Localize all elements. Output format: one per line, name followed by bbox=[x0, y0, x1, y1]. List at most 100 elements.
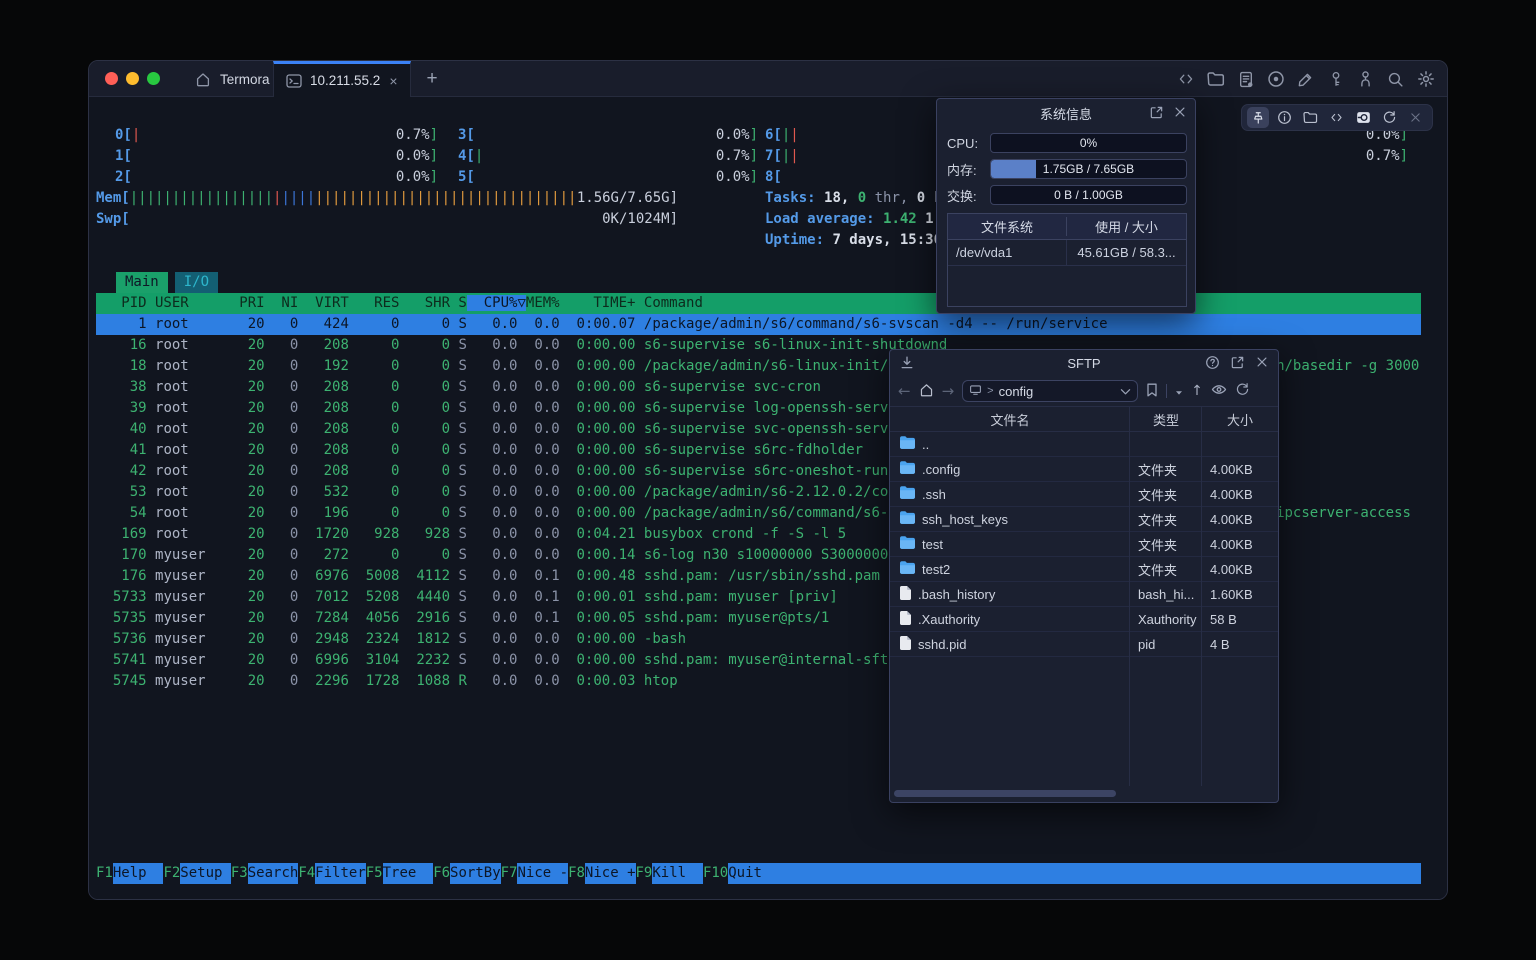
column-divider bbox=[1201, 406, 1202, 786]
forward-icon[interactable]: → bbox=[942, 382, 955, 400]
file-row-.ssh[interactable]: .ssh文件夹4.00KB bbox=[890, 482, 1278, 507]
column-size[interactable]: 大小 bbox=[1202, 410, 1278, 429]
cpu-usage-row: CPU: 0% bbox=[947, 133, 1187, 153]
fs-row[interactable]: /dev/vda1 45.61GB / 58.3... bbox=[948, 240, 1186, 266]
fnkey-F8[interactable]: F8 bbox=[568, 863, 585, 884]
tab-bar: Termora 10.211.55.2 × + bbox=[89, 61, 1447, 97]
fnlabel-F8[interactable]: Nice + bbox=[585, 863, 636, 884]
folder-icon[interactable] bbox=[1300, 107, 1322, 128]
zoom-window-button[interactable] bbox=[147, 72, 160, 85]
fnlabel-F10[interactable]: Quit bbox=[728, 863, 779, 884]
fnlabel-F5[interactable]: Tree bbox=[383, 863, 434, 884]
minimize-window-button[interactable] bbox=[126, 72, 139, 85]
file-row-.Xauthority[interactable]: .XauthorityXauthority58 B bbox=[890, 607, 1278, 632]
key-icon[interactable] bbox=[1326, 70, 1345, 89]
eye-icon[interactable] bbox=[1211, 383, 1227, 399]
path-breadcrumb[interactable]: > config bbox=[962, 380, 1138, 402]
folder-icon[interactable] bbox=[1206, 70, 1225, 89]
filesystem-table: 文件系统 使用 / 大小 /dev/vda1 45.61GB / 58.3... bbox=[947, 213, 1187, 307]
file-icon bbox=[900, 636, 911, 653]
column-divider bbox=[1129, 406, 1130, 786]
column-type[interactable]: 类型 bbox=[1130, 410, 1202, 429]
chevron-down-icon[interactable] bbox=[1120, 384, 1131, 399]
fnkey-F4[interactable]: F4 bbox=[298, 863, 315, 884]
bookmark-icon[interactable] bbox=[1146, 383, 1158, 400]
tab-termora[interactable]: Termora bbox=[177, 61, 286, 97]
gpu-icon[interactable] bbox=[1352, 107, 1374, 128]
refresh-icon[interactable] bbox=[1235, 382, 1250, 400]
fnlabel-F3[interactable]: Search bbox=[248, 863, 299, 884]
folder-icon bbox=[900, 486, 915, 502]
close-window-button[interactable] bbox=[105, 72, 118, 85]
record-icon[interactable] bbox=[1266, 70, 1285, 89]
open-in-window-icon[interactable] bbox=[1149, 105, 1164, 123]
new-tab-button[interactable]: + bbox=[419, 66, 445, 92]
log-icon[interactable] bbox=[1236, 70, 1255, 89]
folder-icon bbox=[900, 461, 915, 477]
process-row-1[interactable]: 1 root 20 0 424 0 0 S 0.0 0.0 0:00.07 /p… bbox=[96, 314, 1421, 335]
close-icon[interactable] bbox=[1173, 105, 1187, 123]
fnkey-F5[interactable]: F5 bbox=[366, 863, 383, 884]
edit-icon[interactable] bbox=[1296, 70, 1315, 89]
swap-usage-value: 0 B / 1.00GB bbox=[991, 186, 1186, 204]
file-icon bbox=[900, 611, 911, 628]
cpu-usage-bar: 0% bbox=[990, 133, 1187, 153]
sftp-nav-bar: ← → > config ↑ bbox=[890, 376, 1278, 406]
column-filename[interactable]: 文件名 bbox=[890, 410, 1130, 429]
fnlabel-F6[interactable]: SortBy bbox=[450, 863, 501, 884]
pin-icon[interactable] bbox=[1247, 107, 1269, 128]
file-row-ssh_host_keys[interactable]: ssh_host_keys文件夹4.00KB bbox=[890, 507, 1278, 532]
cpu-meter-3: 3[0.0%] bbox=[458, 125, 758, 146]
computer-icon bbox=[969, 384, 982, 399]
fnlabel-F9[interactable]: Kill bbox=[652, 863, 703, 884]
fnkey-F2[interactable]: F2 bbox=[163, 863, 180, 884]
fnkey-F7[interactable]: F7 bbox=[501, 863, 518, 884]
fnkey-F10[interactable]: F10 bbox=[703, 863, 728, 884]
fnkey-F9[interactable]: F9 bbox=[636, 863, 653, 884]
keychain-icon[interactable] bbox=[1356, 70, 1375, 89]
open-in-window-icon[interactable] bbox=[1230, 355, 1245, 373]
info-icon[interactable] bbox=[1273, 107, 1295, 128]
bookmark-dropdown-icon[interactable] bbox=[1175, 384, 1183, 399]
fnkey-F6[interactable]: F6 bbox=[433, 863, 450, 884]
settings-icon[interactable] bbox=[1416, 70, 1435, 89]
code-icon[interactable] bbox=[1326, 107, 1348, 128]
fnkey-F3[interactable]: F3 bbox=[231, 863, 248, 884]
memory-usage-row: 内存: 1.75GB / 7.65GB bbox=[947, 159, 1187, 179]
current-directory: config bbox=[999, 384, 1034, 399]
tab-close-icon[interactable]: × bbox=[389, 73, 397, 89]
close-icon[interactable] bbox=[1255, 355, 1269, 373]
process-table-header[interactable]: PID USER PRI NI VIRT RES SHR S CPU%▽MEM%… bbox=[96, 293, 1421, 314]
search-icon[interactable] bbox=[1386, 70, 1405, 89]
fnlabel-F4[interactable]: Filter bbox=[315, 863, 366, 884]
fnlabel-F2[interactable]: Setup bbox=[180, 863, 231, 884]
file-row-..[interactable]: .. bbox=[890, 432, 1278, 457]
back-icon[interactable]: ← bbox=[898, 382, 911, 400]
fnlabel-F1[interactable]: Help bbox=[113, 863, 164, 884]
home-icon bbox=[193, 70, 212, 89]
horizontal-scrollbar[interactable] bbox=[894, 790, 1116, 797]
file-row-sshd.pid[interactable]: sshd.pidpid4 B bbox=[890, 632, 1278, 657]
htop-tab-main[interactable]: Main bbox=[116, 272, 168, 293]
fnlabel-F7[interactable]: Nice - bbox=[517, 863, 568, 884]
close-icon[interactable] bbox=[1405, 107, 1427, 128]
fs-device: /dev/vda1 bbox=[948, 240, 1067, 265]
file-row-.config[interactable]: .config文件夹4.00KB bbox=[890, 457, 1278, 482]
sftp-panel: SFTP ← → > config ↑ 文件名 bbox=[889, 349, 1279, 803]
file-row-.bash_history[interactable]: .bash_historybash_hi...1.60KB bbox=[890, 582, 1278, 607]
refresh-icon[interactable] bbox=[1378, 107, 1400, 128]
file-table: 文件名 类型 大小 ...config文件夹4.00KB.ssh文件夹4.00K… bbox=[890, 406, 1278, 802]
help-icon[interactable] bbox=[1205, 355, 1220, 373]
htop-tab-io[interactable]: I/O bbox=[175, 272, 218, 293]
file-row-test[interactable]: test文件夹4.00KB bbox=[890, 532, 1278, 557]
code-icon[interactable] bbox=[1176, 70, 1195, 89]
file-icon bbox=[900, 586, 911, 603]
mem-meter: Mem[||||||||||||||||||||||||||||||||||||… bbox=[96, 188, 678, 209]
home-icon[interactable] bbox=[919, 383, 934, 400]
file-row-test2[interactable]: test2文件夹4.00KB bbox=[890, 557, 1278, 582]
fnkey-F1[interactable]: F1 bbox=[96, 863, 113, 884]
tab-ssh-session[interactable]: 10.211.55.2 × bbox=[273, 61, 411, 97]
fs-header-usage: 使用 / 大小 bbox=[1067, 217, 1186, 236]
upload-icon[interactable]: ↑ bbox=[1191, 383, 1203, 399]
folder-icon bbox=[900, 536, 915, 552]
